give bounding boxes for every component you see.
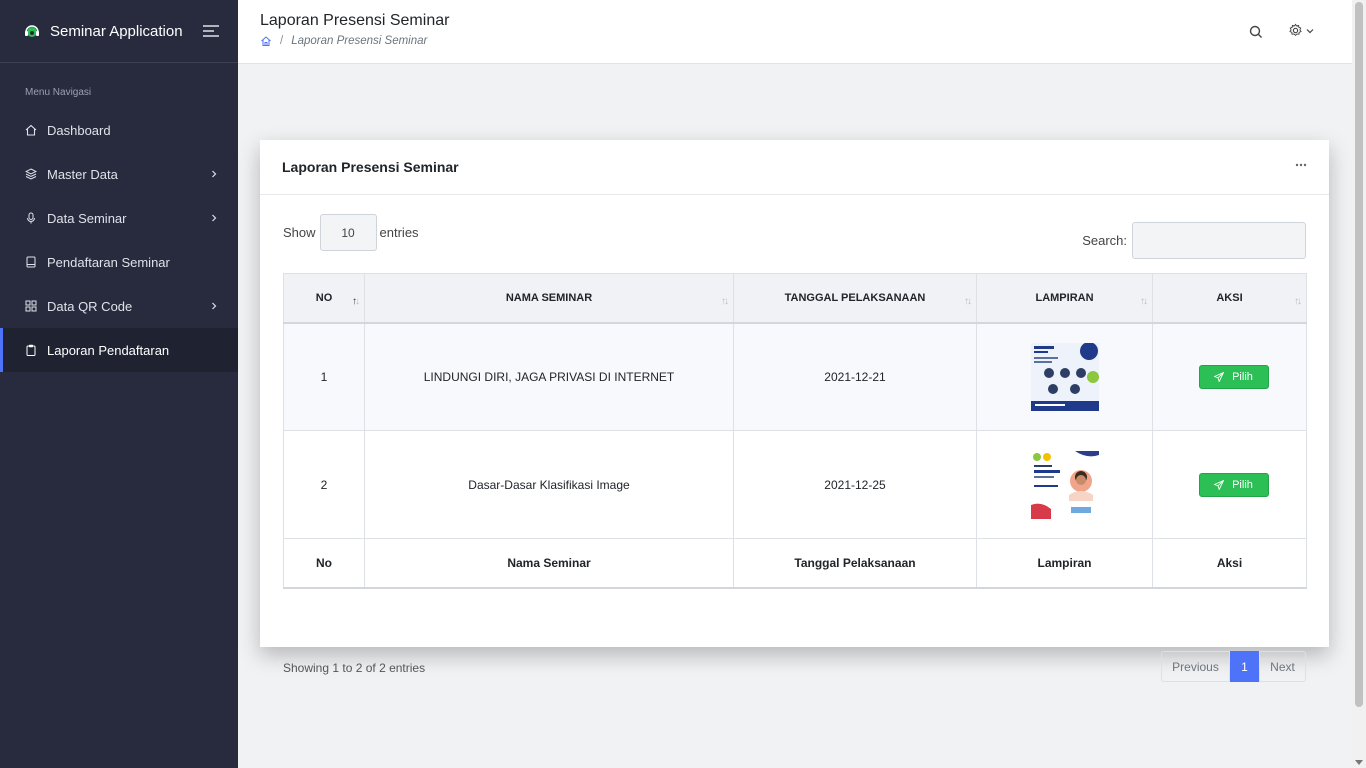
search-icon[interactable]	[1248, 24, 1264, 40]
sidebar-item-label: Data Seminar	[47, 210, 127, 226]
column-header-label: TANGGAL PELAKSANAAN	[784, 291, 926, 304]
breadcrumb-separator: /	[280, 35, 284, 47]
menu-toggle-icon[interactable]	[202, 24, 220, 38]
sidebar-item-label: Pendaftaran Seminar	[47, 254, 170, 270]
cell-aksi: Pilih	[1152, 430, 1307, 539]
sort-icon: ↑↓	[721, 296, 729, 307]
cell-no: 2	[283, 430, 365, 539]
sidebar-item-data-qr-code[interactable]: Data QR Code	[0, 284, 238, 328]
cell-tanggal: 2021-12-21	[733, 322, 977, 431]
mic-icon	[25, 212, 37, 224]
sort-icon: ↑↓	[1140, 296, 1148, 307]
sidebar-item-pendaftaran-seminar[interactable]: Pendaftaran Seminar	[0, 240, 238, 284]
footer-tanggal: Tanggal Pelaksanaan	[733, 538, 977, 589]
page-scrollbar[interactable]	[1352, 0, 1366, 768]
table-row: 1 LINDUNGI DIRI, JAGA PRIVASI DI INTERNE…	[283, 322, 1307, 431]
cell-aksi: Pilih	[1152, 322, 1307, 431]
app-title: Seminar Application	[50, 22, 183, 40]
pilih-button[interactable]: Pilih	[1198, 472, 1269, 497]
home-icon[interactable]	[260, 35, 272, 47]
previous-page-button[interactable]: Previous	[1161, 651, 1230, 682]
cell-lampiran	[976, 430, 1153, 539]
column-header-label: NO	[315, 291, 333, 304]
sidebar-item-label: Laporan Pendaftaran	[47, 342, 170, 358]
chevron-right-icon	[210, 170, 218, 178]
table-header-row: NO ↑↓ NAMA SEMINAR ↑↓ TANGGAL PELAKSANAAN ↑…	[283, 273, 1307, 324]
column-header-tanggal[interactable]: TANGGAL PELAKSANAAN ↑↓	[733, 273, 977, 324]
column-header-label: LAMPIRAN	[1035, 291, 1094, 304]
entries-select[interactable]: 10	[319, 214, 377, 251]
table-row: 2 Dasar-Dasar Klasifikasi Image 2021-12-…	[283, 430, 1307, 539]
settings-dropdown[interactable]	[1288, 23, 1314, 38]
page-1-button[interactable]: 1	[1230, 651, 1259, 682]
footer-aksi: Aksi	[1152, 538, 1307, 589]
chevron-down-icon	[1306, 27, 1314, 35]
page-title: Laporan Presensi Seminar	[260, 12, 450, 29]
sidebar-item-master-data[interactable]: Master Data	[0, 152, 238, 196]
table-info: Showing 1 to 2 of 2 entries	[283, 661, 426, 675]
search-input[interactable]	[1132, 222, 1306, 259]
next-page-button[interactable]: Next	[1259, 651, 1306, 682]
seminar-poster-thumbnail[interactable]	[1030, 450, 1099, 519]
entries-length-control: Show 10 entries	[283, 214, 419, 251]
grid-icon	[25, 300, 37, 312]
column-header-nama-seminar[interactable]: NAMA SEMINAR ↑↓	[364, 273, 734, 324]
send-icon	[1214, 479, 1225, 490]
cell-lampiran	[976, 322, 1153, 431]
sidebar-item-dashboard[interactable]: Dashboard	[0, 108, 238, 152]
more-options-icon[interactable]	[1295, 163, 1307, 167]
sidebar-item-laporan-pendaftaran[interactable]: Laporan Pendaftaran	[0, 328, 238, 372]
column-header-lampiran[interactable]: LAMPIRAN ↑↓	[976, 273, 1153, 324]
layers-icon	[25, 168, 37, 180]
card-header: Laporan Presensi Seminar	[260, 140, 1329, 195]
report-card: Laporan Presensi Seminar Show 10 entries…	[260, 140, 1329, 682]
column-header-aksi[interactable]: AKSI ↑↓	[1152, 273, 1307, 324]
show-label: Show	[283, 225, 316, 240]
scrollbar-thumb[interactable]	[1355, 2, 1363, 707]
pagination: Previous 1 Next	[1161, 651, 1306, 682]
search-label: Search:	[1082, 233, 1127, 248]
sidebar-item-label: Master Data	[47, 166, 118, 182]
clipboard-icon	[25, 344, 37, 356]
chevron-right-icon	[210, 214, 218, 222]
pilih-button-label: Pilih	[1232, 478, 1253, 491]
column-header-no[interactable]: NO ↑↓	[283, 273, 365, 324]
sort-asc-icon: ↑↓	[352, 296, 360, 307]
breadcrumb: / Laporan Presensi Seminar	[260, 35, 427, 47]
cell-nama-seminar: LINDUNGI DIRI, JAGA PRIVASI DI INTERNET	[364, 322, 734, 431]
home-icon	[25, 124, 37, 136]
card-title: Laporan Presensi Seminar	[282, 159, 459, 175]
pilih-button-label: Pilih	[1232, 370, 1253, 383]
seminar-poster-thumbnail[interactable]	[1030, 341, 1099, 411]
column-header-label: NAMA SEMINAR	[505, 291, 593, 304]
topbar: Laporan Presensi Seminar / Laporan Prese…	[238, 0, 1352, 64]
book-icon	[25, 256, 37, 268]
sidebar-item-data-seminar[interactable]: Data Seminar	[0, 196, 238, 240]
cell-no: 1	[283, 322, 365, 431]
seminar-table: NO ↑↓ NAMA SEMINAR ↑↓ TANGGAL PELAKSANAAN ↑…	[283, 273, 1307, 589]
send-icon	[1214, 371, 1225, 382]
footer-nama-seminar: Nama Seminar	[364, 538, 734, 589]
footer-lampiran: Lampiran	[976, 538, 1153, 589]
breadcrumb-current: Laporan Presensi Seminar	[291, 35, 428, 47]
table-footer-row: No Nama Seminar Tanggal Pelaksanaan Lamp…	[283, 538, 1307, 589]
entries-label: entries	[379, 225, 419, 240]
chevron-right-icon	[210, 302, 218, 310]
footer-no: No	[283, 538, 365, 589]
sort-icon: ↑↓	[1294, 296, 1302, 307]
menu-section-label: Menu Navigasi	[25, 87, 92, 98]
sidebar-item-label: Dashboard	[47, 122, 111, 138]
column-header-label: AKSI	[1216, 291, 1243, 304]
pilih-button[interactable]: Pilih	[1198, 364, 1269, 389]
cell-nama-seminar: Dasar-Dasar Klasifikasi Image	[364, 430, 734, 539]
headset-logo-icon	[24, 23, 40, 39]
sort-icon: ↑↓	[964, 296, 972, 307]
sidebar: Seminar Application Menu Navigasi Dashbo…	[0, 0, 238, 768]
cell-tanggal: 2021-12-25	[733, 430, 977, 539]
table-search: Search:	[1082, 222, 1306, 259]
scroll-down-arrow-icon[interactable]	[1355, 760, 1363, 765]
brand: Seminar Application	[0, 0, 238, 63]
sidebar-item-label: Data QR Code	[47, 298, 133, 314]
gear-icon	[1288, 23, 1303, 38]
